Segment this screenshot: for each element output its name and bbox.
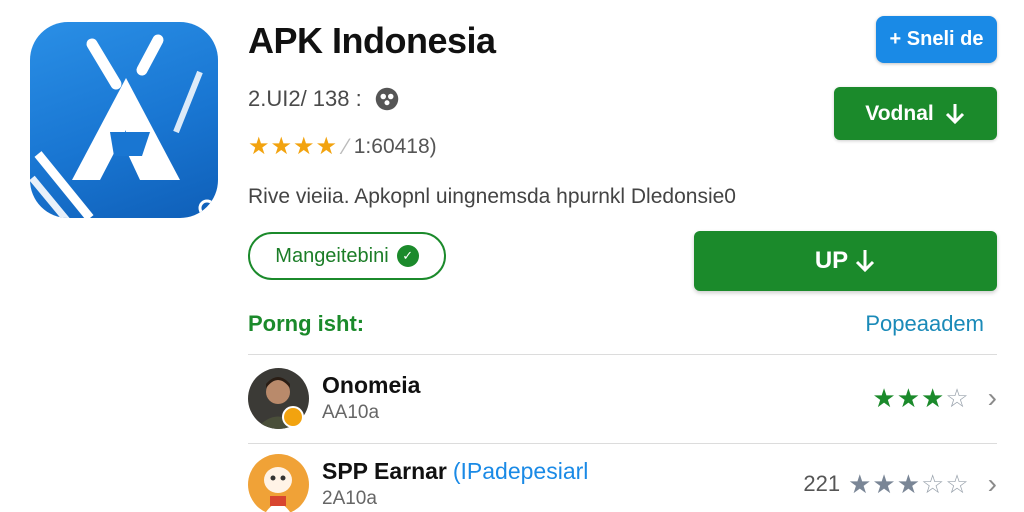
download-arrow-icon (945, 103, 964, 124)
app-title: APK Indonesia (248, 20, 496, 61)
see-all-link[interactable]: Popeaadem (865, 311, 984, 337)
review-name: SPP Earnar (IPadepesiarl (322, 458, 588, 485)
chevron-right-icon[interactable]: › (988, 468, 997, 500)
download-arrow-icon (856, 250, 875, 273)
app-description: Rive vieiia. Apkopnl uingnemsda hpurnkl … (248, 185, 736, 208)
review-row[interactable]: Onomeia AA10a ★★★☆ › (248, 368, 997, 438)
app-logo-icon (30, 22, 218, 218)
check-icon: ✓ (396, 245, 419, 267)
review-sub: 2A10a (322, 488, 377, 509)
avatar-badge (282, 406, 304, 428)
rating-stars: ★★★★ (248, 133, 339, 160)
avatar (248, 454, 309, 512)
share-button-label: + Sneli de (889, 28, 984, 50)
rating-count: 1:60418) (353, 134, 437, 158)
download-button[interactable]: Vodnal (834, 87, 997, 140)
update-button[interactable]: UP (694, 231, 997, 291)
review-sub: AA10a (322, 402, 380, 423)
category-badge[interactable]: Mangeitebini ✓ (248, 232, 446, 280)
divider (248, 354, 997, 355)
badge-label: Mangeitebini (275, 244, 389, 267)
share-button[interactable]: + Sneli de (876, 16, 997, 63)
divider (248, 443, 997, 444)
rating-star-half: ⁄ (344, 133, 348, 159)
review-stars: ★★★☆☆ (848, 468, 970, 499)
gear-icon[interactable] (372, 84, 402, 114)
review-name: Onomeia (322, 372, 421, 398)
app-meta-text: 2.UI2/ 138 : (248, 86, 362, 111)
app-meta: 2.UI2/ 138 : (248, 84, 402, 114)
app-rating: ★★★★ ⁄ 1:60418) (248, 132, 437, 161)
review-stars: ★★★☆ (872, 382, 970, 413)
section-title: Porng isht: (248, 311, 365, 336)
review-row[interactable]: SPP Earnar (IPadepesiarl 2A10a 221 ★★★☆☆ … (248, 454, 997, 512)
review-name-text: SPP Earnar (322, 458, 447, 484)
review-count: 221 (803, 471, 841, 496)
review-tag[interactable]: (IPadepesiarl (453, 458, 589, 484)
update-button-label: UP (814, 247, 849, 274)
review-rating: 221 ★★★☆☆ › (803, 468, 997, 500)
download-button-label: Vodnal (865, 101, 934, 125)
chevron-right-icon[interactable]: › (988, 382, 997, 414)
review-rating: ★★★☆ › (872, 382, 997, 414)
